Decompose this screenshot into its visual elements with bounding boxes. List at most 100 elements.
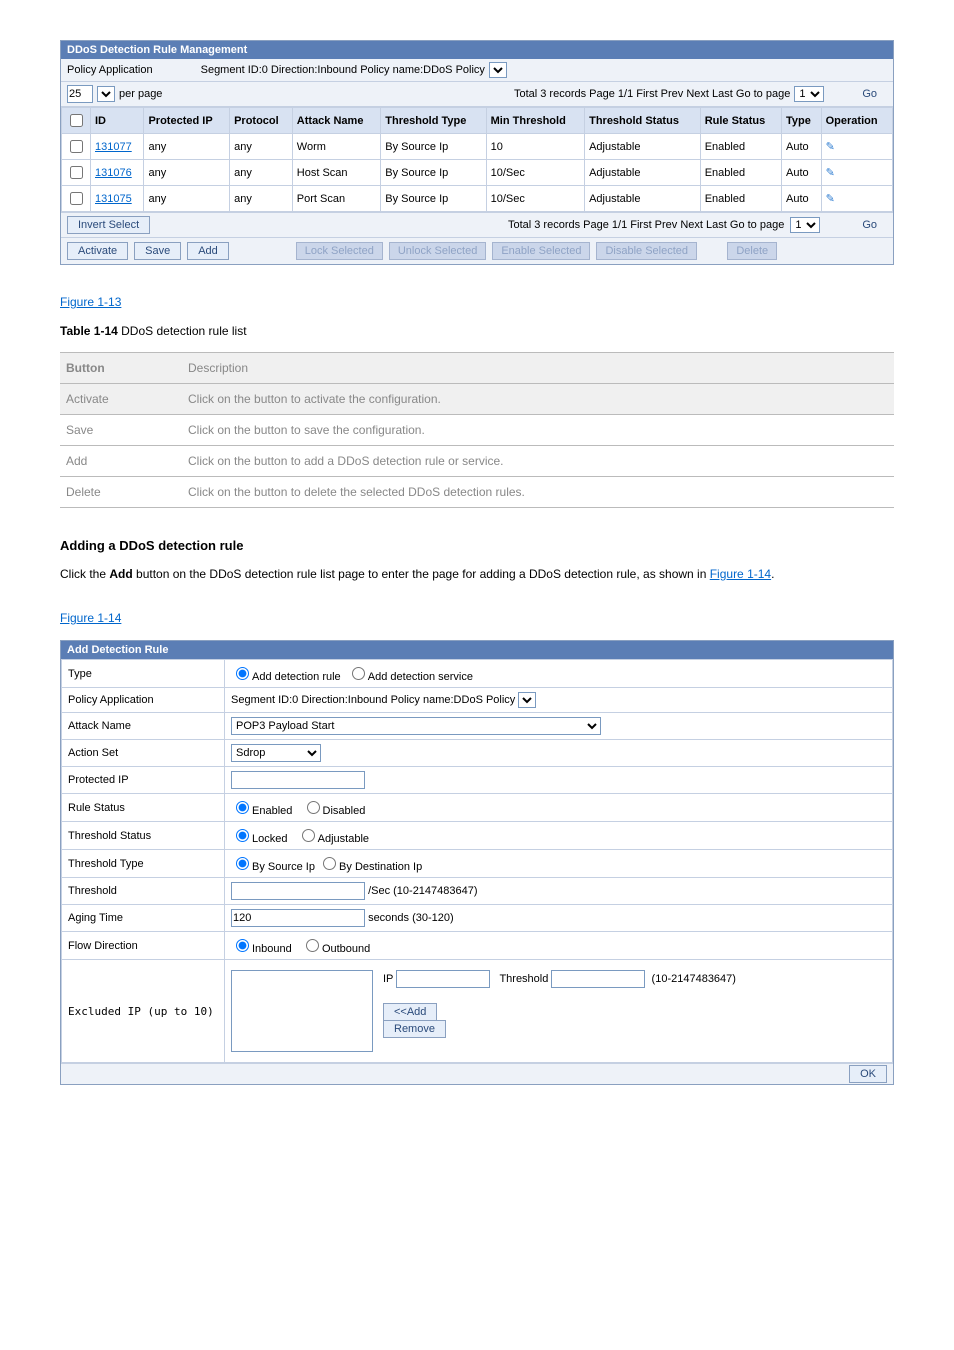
type-label: Type	[62, 660, 225, 688]
rule-status-disabled-radio[interactable]: Disabled	[302, 805, 366, 817]
col-description: Description	[182, 353, 894, 384]
col-type: Type	[782, 108, 822, 134]
excluded-threshold-input[interactable]	[551, 970, 645, 988]
col-minth: Min Threshold	[486, 108, 584, 134]
threshold-adjustable-radio[interactable]: Adjustable	[297, 833, 369, 845]
excluded-ip-input[interactable]	[396, 970, 490, 988]
flow-outbound-radio[interactable]: Outbound	[301, 943, 370, 955]
table-14-caption: Table 1-14 DDoS detection rule list	[60, 324, 894, 338]
rule-status-label: Rule Status	[62, 794, 225, 822]
type-add-rule-radio[interactable]: Add detection rule	[231, 671, 341, 683]
col-rstat: Rule Status	[700, 108, 781, 134]
rule-id-link[interactable]: 131075	[95, 193, 132, 205]
table-row: AddClick on the button to add a DDoS det…	[60, 446, 894, 477]
pager-top-row: per page Total 3 records Page 1/1 First …	[61, 82, 893, 107]
threshold-label: Threshold	[62, 878, 225, 905]
button-description-table: ButtonDescription ActivateClick on the b…	[60, 352, 894, 508]
excluded-ip-listbox[interactable]	[231, 970, 373, 1052]
threshold-type-label: Threshold Type	[62, 850, 225, 878]
lock-selected-button[interactable]: Lock Selected	[296, 242, 383, 260]
threshold-input[interactable]	[231, 882, 365, 900]
edit-icon[interactable]: ✎	[826, 141, 835, 153]
panel-title: DDoS Detection Rule Management	[61, 41, 893, 59]
activate-button[interactable]: Activate	[67, 242, 128, 260]
per-page-select[interactable]	[97, 86, 115, 102]
col-button: Button	[60, 353, 182, 384]
edit-icon[interactable]: ✎	[826, 167, 835, 179]
delete-button[interactable]: Delete	[727, 242, 777, 260]
ok-button[interactable]: OK	[849, 1065, 887, 1083]
row-checkbox[interactable]	[70, 192, 83, 205]
disable-selected-button[interactable]: Disable Selected	[596, 242, 697, 260]
row-checkbox[interactable]	[70, 166, 83, 179]
figure-13-label: Figure 1-13	[60, 295, 894, 309]
col-id: ID	[91, 108, 144, 134]
per-page-input[interactable]	[67, 85, 93, 103]
col-atk: Attack Name	[292, 108, 380, 134]
edit-icon[interactable]: ✎	[826, 193, 835, 205]
threshold-locked-radio[interactable]: Locked	[231, 833, 287, 845]
rule-id-link[interactable]: 131076	[95, 167, 132, 179]
add-rule-form: Type Add detection rule Add detection se…	[61, 659, 893, 1063]
col-thtype: Threshold Type	[381, 108, 486, 134]
attack-name-select[interactable]: POP3 Payload Start	[231, 717, 601, 735]
type-add-service-radio[interactable]: Add detection service	[347, 671, 473, 683]
action-button-row: Activate Save Add Lock Selected Unlock S…	[61, 237, 893, 264]
go-button-bottom[interactable]: Go	[852, 217, 887, 233]
records-label: Total 3 records Page 1/1 First Prev Next…	[514, 88, 790, 100]
attack-name-label: Attack Name	[62, 713, 225, 740]
table-row: ActivateClick on the button to activate …	[60, 384, 894, 415]
enable-selected-button[interactable]: Enable Selected	[492, 242, 590, 260]
excluded-remove-button[interactable]: Remove	[383, 1020, 446, 1038]
rule-status-enabled-radio[interactable]: Enabled	[231, 805, 292, 817]
threshold-bydst-radio[interactable]: By Destination Ip	[318, 861, 422, 873]
add-panel-title: Add Detection Rule	[61, 641, 893, 659]
invert-select-button[interactable]: Invert Select	[67, 216, 150, 234]
section-heading: Adding a DDoS detection rule	[60, 538, 894, 553]
goto-page-select[interactable]: 1	[794, 86, 824, 102]
table-row: 131075anyanyPort ScanBy Source Ip10/SecA…	[62, 186, 893, 212]
policy-select[interactable]	[489, 62, 507, 78]
threshold-status-label: Threshold Status	[62, 822, 225, 850]
threshold-bysrc-radio[interactable]: By Source Ip	[231, 861, 315, 873]
unlock-selected-button[interactable]: Unlock Selected	[389, 242, 487, 260]
col-thstat: Threshold Status	[585, 108, 701, 134]
col-proto: Protocol	[230, 108, 293, 134]
rules-table: ID Protected IP Protocol Attack Name Thr…	[61, 107, 893, 212]
table-row: 131076anyanyHost ScanBy Source Ip10/SecA…	[62, 160, 893, 186]
figure-link[interactable]: Figure 1-14	[710, 567, 771, 581]
select-all-checkbox[interactable]	[70, 114, 83, 127]
table-row: 131077anyanyWormBy Source Ip10Adjustable…	[62, 134, 893, 160]
flow-inbound-radio[interactable]: Inbound	[231, 943, 292, 955]
policy-app-row: Policy Application Segment ID:0 Directio…	[61, 59, 893, 82]
records-label-bottom: Total 3 records Page 1/1 First Prev Next…	[508, 219, 784, 231]
protected-ip-input[interactable]	[231, 771, 365, 789]
figure-14-label: Figure 1-14	[60, 611, 894, 625]
aging-time-label: Aging Time	[62, 905, 225, 932]
go-button[interactable]: Go	[852, 86, 887, 102]
segment-text: Segment ID:0 Direction:Inbound Policy na…	[201, 64, 485, 76]
aging-time-input[interactable]	[231, 909, 365, 927]
table-row: DeleteClick on the button to delete the …	[60, 477, 894, 508]
save-button[interactable]: Save	[134, 242, 181, 260]
per-page-label: per page	[119, 88, 162, 100]
excluded-add-button[interactable]: <<Add	[383, 1003, 437, 1021]
table-row: SaveClick on the button to save the conf…	[60, 415, 894, 446]
policy-select2[interactable]	[518, 692, 536, 708]
col-op: Operation	[821, 108, 892, 134]
flow-direction-label: Flow Direction	[62, 932, 225, 960]
ddos-rule-mgmt-panel: DDoS Detection Rule Management Policy Ap…	[60, 40, 894, 265]
policy-app-label: Policy Application	[67, 64, 153, 76]
protected-ip-label: Protected IP	[62, 767, 225, 794]
add-button[interactable]: Add	[187, 242, 229, 260]
goto-page-select-bottom[interactable]: 1	[790, 217, 820, 233]
action-set-select[interactable]: Sdrop	[231, 744, 321, 762]
paragraph: Click the Add button on the DDoS detecti…	[60, 567, 894, 581]
col-pip: Protected IP	[144, 108, 230, 134]
excluded-ip-label: Excluded IP (up to 10)	[62, 960, 225, 1063]
action-set-label: Action Set	[62, 740, 225, 767]
row-checkbox[interactable]	[70, 140, 83, 153]
rule-id-link[interactable]: 131077	[95, 141, 132, 153]
policy-app-label2: Policy Application	[62, 688, 225, 713]
pager-bottom-row: Invert Select Total 3 records Page 1/1 F…	[61, 212, 893, 237]
